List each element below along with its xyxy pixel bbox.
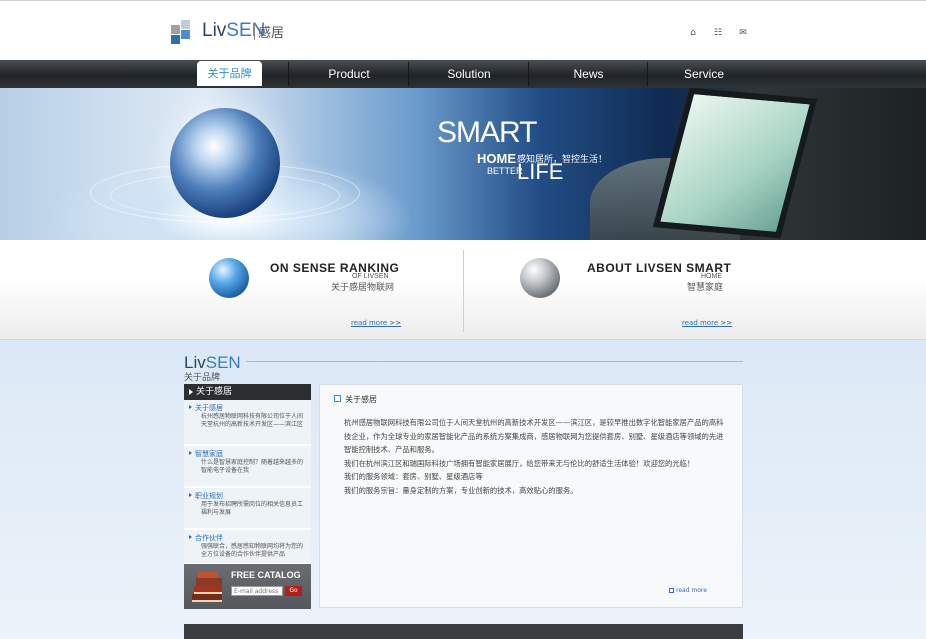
sidebar-item-title: 智慧家庭: [189, 450, 223, 458]
sidebar: 关于感居 关于感居 杭州感居物联网科技有限公司位于人间天堂杭州的高新技术开发区—…: [184, 384, 311, 609]
banner-smart: SMART: [437, 116, 537, 149]
catalog-title: FREE CATALOG: [231, 570, 301, 580]
content-panel: 关于感居 杭州感居物联网科技有限公司位于人间天堂杭州的高新技术开发区——滨江区，…: [319, 384, 743, 608]
sidebar-item-title: 关于感居: [189, 404, 223, 412]
feature-cn: 关于感居物联网: [331, 283, 395, 293]
feature-cn: 智慧家庭: [687, 283, 724, 293]
sidebar-item-career[interactable]: 职业规划 用于发布招聘所需岗位的相关信息员工福利与发展: [184, 488, 311, 529]
read-more-arrows: >>: [389, 319, 402, 327]
sidebar-item-title: 职业规划: [189, 492, 223, 500]
nav-divider: [647, 62, 648, 86]
nav-divider: [288, 62, 289, 86]
content-paragraph: 杭州感居物联网科技有限公司位于人间天堂杭州的高新技术开发区——滨江区，是较早推出…: [344, 418, 724, 454]
sidebar-item-desc: 强强联合，感居感知物联网均将为您的全方位设备的合作伙伴提供产品: [201, 543, 304, 558]
free-catalog-box: FREE CATALOG Go: [184, 564, 311, 609]
feature-read-more-link[interactable]: read more >>: [351, 319, 401, 327]
sidebar-item-title: 合作伙伴: [189, 534, 223, 542]
site-header: LivSEN 感居 ⌂ ☷ ✉: [0, 0, 926, 60]
sidebar-item-partners[interactable]: 合作伙伴 强强联合，感居感知物联网均将为您的全方位设备的合作伙伴提供产品: [184, 530, 311, 564]
globe-image: [170, 108, 280, 218]
section-title: 关于品牌: [184, 373, 221, 383]
feature-subtitle: OF LIVSEN: [352, 273, 389, 280]
feature-strip: ON SENSE RANKING OF LIVSEN 关于感居物联网 read …: [0, 240, 926, 340]
logo-square: [171, 35, 180, 44]
nav-item-news[interactable]: News: [530, 60, 647, 88]
footer-bar: [184, 624, 743, 639]
contact-icon[interactable]: ✉: [738, 28, 748, 38]
content-paragraph: 我们在杭州滨江区和瑞国际科技广场拥有智能家居展厅，给您带来无与伦比的舒适生活体验…: [344, 458, 695, 468]
content-read-more-link[interactable]: read more: [669, 587, 707, 594]
logo-square: [181, 20, 190, 29]
sidebar-header: 关于感居: [184, 384, 311, 400]
nav-divider: [528, 62, 529, 86]
content-title: 关于感居: [334, 394, 377, 405]
tablet-image: [652, 88, 818, 239]
nav-item-service[interactable]: Service: [649, 60, 759, 88]
books-icon: [192, 572, 222, 602]
logo-liv: Liv: [202, 20, 227, 41]
catalog-go-button[interactable]: Go: [285, 586, 302, 596]
logo-text: LivSEN: [202, 20, 265, 42]
main-area: LivSEN 关于品牌 关于感居 关于感居 杭州感居物联网科技有限公司位于人间天…: [0, 340, 926, 639]
home-icon[interactable]: ⌂: [688, 28, 698, 38]
content-paragraph: 我们的服务领域：套房、别墅、星级酒店等: [344, 472, 483, 481]
logo-cn: 感居: [258, 26, 285, 41]
content-body: 杭州感居物联网科技有限公司位于人间天堂杭州的高新技术开发区——滨江区，是较早推出…: [344, 416, 729, 497]
banner-slogan: SMART HOME 感知居所，智控生活！ BETTER LIFE: [437, 116, 607, 184]
feature-subtitle: HOME: [701, 273, 722, 280]
feature-orb-icon: [209, 258, 249, 298]
nav-item-product[interactable]: Product: [290, 60, 408, 88]
read-more-arrows: >>: [720, 319, 733, 327]
content-paragraph: 我们的服务宗旨：量身定制的方案，专业创新的技术，高效贴心的服务。: [344, 485, 578, 495]
read-more-label: read more: [682, 319, 719, 327]
logo-square: [171, 25, 180, 34]
sidebar-item-about[interactable]: 关于感居 杭州感居物联网科技有限公司位于人间天堂杭州的高新技术开发区——滨江区: [184, 400, 311, 445]
nav-item-about-brand[interactable]: 关于品牌: [197, 61, 262, 86]
sidebar-item-desc: 杭州感居物联网科技有限公司位于人间天堂杭州的高新技术开发区——滨江区: [201, 413, 304, 428]
logo-square: [181, 30, 190, 39]
banner-life: LIFE: [517, 159, 564, 184]
sidebar-item-desc: 用于发布招聘所需岗位的相关信息员工福利与发展: [201, 501, 304, 516]
section-rule: [246, 361, 743, 362]
read-more-label: read more: [351, 319, 388, 327]
sitemap-icon[interactable]: ☷: [713, 28, 723, 38]
main-nav: Product Solution News Service: [0, 60, 926, 88]
sidebar-item-desc: 什么是智慧家庭控制？随着越来越多的智能电子设备在我: [201, 459, 304, 474]
nav-divider: [408, 62, 409, 86]
catalog-email-input[interactable]: [231, 586, 283, 596]
banner-home: HOME: [477, 151, 516, 166]
hero-banner: SMART HOME 感知居所，智控生活！ BETTER LIFE: [0, 88, 926, 240]
logo-divider: [254, 23, 255, 40]
feature-orb-icon: [520, 258, 560, 298]
feature-divider: [463, 250, 464, 332]
site-logo[interactable]: LivSEN 感居: [171, 19, 301, 47]
nav-item-solution[interactable]: Solution: [410, 60, 528, 88]
feature-read-more-link[interactable]: read more >>: [682, 319, 732, 327]
sidebar-item-smart-home[interactable]: 智慧家庭 什么是智慧家庭控制？随着越来越多的智能电子设备在我: [184, 446, 311, 487]
